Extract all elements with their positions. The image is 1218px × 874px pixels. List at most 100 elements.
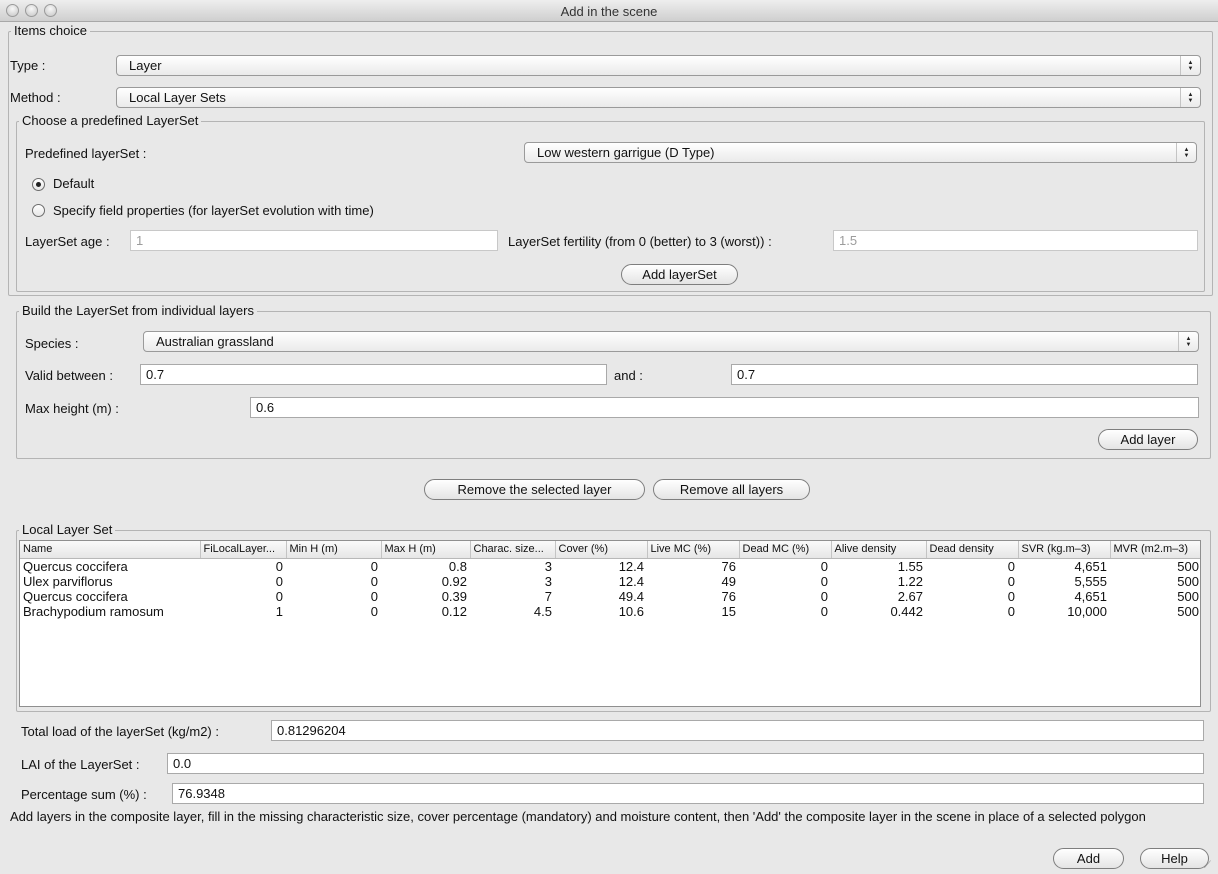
layerset-fertility-label: LayerSet fertility (from 0 (better) to 3… [508, 234, 772, 249]
table-cell: 0 [820, 558, 828, 574]
predefined-layerset-select[interactable]: Low western garrigue (D Type) ▲ ▼ [524, 142, 1197, 163]
table-cell: 0.12 [441, 603, 467, 619]
up-down-arrows-icon: ▲ ▼ [1176, 143, 1196, 162]
max-height-label: Max height (m) : [25, 401, 119, 416]
table-cell: 500 [1177, 603, 1199, 619]
column-header-name[interactable]: Name [20, 541, 201, 559]
local-layer-set-legend: Local Layer Set [19, 522, 116, 537]
table-cell: 500 [1177, 558, 1199, 574]
table-cell: 0 [1007, 558, 1015, 574]
column-header-live-mc[interactable]: Live MC (%) [647, 541, 740, 559]
table-cell: 1 [275, 603, 283, 619]
column-header-cover[interactable]: Cover (%) [555, 541, 648, 559]
add-layer-button[interactable]: Add layer [1098, 429, 1198, 450]
column-header-dead-mc[interactable]: Dead MC (%) [739, 541, 832, 559]
table-cell: 1.55 [897, 558, 923, 574]
table-row[interactable]: Brachypodium ramosum 1 0 0.12 4.5 10.6 15 0 0.44… [20, 603, 1200, 619]
table-cell: 0 [1007, 588, 1015, 604]
method-label: Method : [10, 90, 61, 105]
table-cell: 0 [370, 588, 378, 604]
table-cell: Quercus coccifera [23, 558, 128, 574]
table-cell: 7 [544, 588, 552, 604]
default-radio[interactable] [32, 178, 45, 191]
up-down-arrows-icon: ▲ ▼ [1178, 332, 1198, 351]
column-header-mvr[interactable]: MVR (m2.m–3) [1110, 541, 1200, 559]
table-cell: 0 [275, 573, 283, 589]
table-cell: 4,651 [1074, 558, 1107, 574]
species-select-value: Australian grassland [156, 334, 274, 349]
type-select[interactable]: Layer ▲ ▼ [116, 55, 1201, 76]
table-cell: 4,651 [1074, 588, 1107, 604]
default-radio-label: Default [53, 176, 95, 191]
predefined-layerset-value: Low western garrigue (D Type) [537, 145, 715, 160]
table-cell: 49.4 [618, 588, 644, 604]
table-row[interactable]: Quercus coccifera 0 0 0.39 7 49.4 76 0 2.67 0 4,65… [20, 588, 1200, 604]
method-select-value: Local Layer Sets [129, 90, 226, 105]
percentage-sum-label: Percentage sum (%) : [21, 787, 147, 802]
table-cell: 0 [1007, 573, 1015, 589]
column-header-min-h[interactable]: Min H (m) [286, 541, 382, 559]
column-header-alive-density[interactable]: Alive density [831, 541, 927, 559]
up-down-arrows-icon: ▲ ▼ [1180, 88, 1200, 107]
table-cell: 0 [370, 573, 378, 589]
title-bar: Add in the scene [0, 0, 1218, 22]
valid-to-field[interactable]: 0.7 [731, 364, 1198, 385]
table-cell: 500 [1177, 588, 1199, 604]
add-button[interactable]: Add [1053, 848, 1124, 869]
up-down-arrows-icon: ▲ ▼ [1180, 56, 1200, 75]
column-header-svr[interactable]: SVR (kg.m–3) [1018, 541, 1111, 559]
species-select[interactable]: Australian grassland ▲ ▼ [143, 331, 1199, 352]
table-cell: 76 [721, 588, 736, 604]
resize-grip-icon[interactable]: ⟋ [1204, 860, 1216, 872]
table-cell: Brachypodium ramosum [23, 603, 164, 619]
table-cell: 1.22 [897, 573, 923, 589]
column-header-filocallayer[interactable]: FiLocalLayer... [200, 541, 287, 559]
max-height-field[interactable]: 0.6 [250, 397, 1199, 418]
table-cell: 3 [544, 573, 552, 589]
total-load-label: Total load of the layerSet (kg/m2) : [21, 724, 219, 739]
remove-selected-layer-button[interactable]: Remove the selected layer [424, 479, 645, 500]
table-cell: Ulex parviflorus [23, 573, 113, 589]
column-header-dead-density[interactable]: Dead density [926, 541, 1019, 559]
and-label: and : [614, 368, 643, 383]
table-cell: 0.39 [441, 588, 467, 604]
method-select[interactable]: Local Layer Sets ▲ ▼ [116, 87, 1201, 108]
help-button[interactable]: Help [1140, 848, 1209, 869]
specify-properties-radio[interactable] [32, 204, 45, 217]
predefined-layerset-label: Predefined layerSet : [25, 146, 147, 161]
valid-between-label: Valid between : [25, 368, 113, 383]
table-cell: 12.4 [618, 573, 644, 589]
table-row[interactable]: Quercus coccifera 0 0 0.8 3 12.4 76 0 1.55 0 4,651… [20, 558, 1200, 574]
layerset-age-field[interactable]: 1 [130, 230, 498, 251]
table-cell: 0 [370, 603, 378, 619]
table-cell: 0 [370, 558, 378, 574]
lai-field[interactable]: 0.0 [167, 753, 1204, 774]
table-cell: 0 [275, 558, 283, 574]
table-cell: 500 [1177, 573, 1199, 589]
table-cell: 0 [275, 588, 283, 604]
layerset-age-label: LayerSet age : [25, 234, 110, 249]
column-header-charac-size[interactable]: Charac. size... [470, 541, 556, 559]
table-cell: 0.92 [441, 573, 467, 589]
table-cell: 12.4 [618, 558, 644, 574]
add-layerset-button[interactable]: Add layerSet [621, 264, 738, 285]
local-layer-table: Name FiLocalLayer... Min H (m) Max H (m)… [20, 541, 1200, 619]
column-header-max-h[interactable]: Max H (m) [381, 541, 471, 559]
table-cell: 49 [721, 573, 736, 589]
type-select-value: Layer [129, 58, 162, 73]
table-row[interactable]: Ulex parviflorus 0 0 0.92 3 12.4 49 0 1.22 0 5,555… [20, 573, 1200, 589]
table-cell: 0.8 [448, 558, 467, 574]
table-cell: 4.5 [533, 603, 552, 619]
table-cell: 10.6 [618, 603, 644, 619]
remove-all-layers-button[interactable]: Remove all layers [653, 479, 810, 500]
layerset-fertility-field[interactable]: 1.5 [833, 230, 1198, 251]
radio-selected-dot [36, 182, 41, 187]
total-load-field[interactable]: 0.81296204 [271, 720, 1204, 741]
table-cell: 0 [820, 588, 828, 604]
percentage-sum-field[interactable]: 76.9348 [172, 783, 1204, 804]
valid-from-field[interactable]: 0.7 [140, 364, 607, 385]
lai-label: LAI of the LayerSet : [21, 757, 140, 772]
table-cell: 0 [820, 603, 828, 619]
type-label: Type : [10, 58, 46, 73]
species-label: Species : [25, 336, 79, 351]
